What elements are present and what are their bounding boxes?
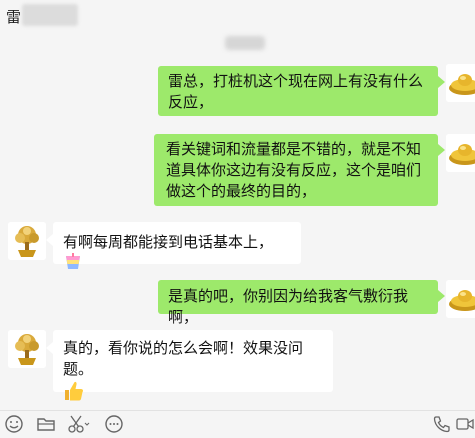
message-text: 是真的吧，你别因为给我客气敷衍我啊，: [168, 287, 409, 326]
avatar-self[interactable]: [446, 280, 475, 318]
folder-icon[interactable]: [36, 414, 56, 434]
chat-area[interactable]: 雷总，打桩机这个现在网上有没有什么反应， 看关键词和流量都是不错的，就是不知道具…: [0, 0, 475, 410]
gold-ingot-icon: [446, 280, 475, 318]
thumbs-up-emoji: [63, 380, 85, 408]
message-text: 雷总，打桩机这个现在网上有没有什么反应，: [168, 72, 424, 111]
phone-icon[interactable]: [432, 414, 452, 434]
chat-bubble-icon[interactable]: [104, 414, 124, 434]
message-bubble-sent[interactable]: 看关键词和流量都是不错的，就是不知道具体你这边有没有反应，这个是咱们做这个的最终…: [154, 134, 438, 206]
gold-ingot-icon: [446, 134, 475, 172]
message-bubble-received[interactable]: 真的，看你说的怎么会啊！效果没问题。: [53, 330, 333, 401]
avatar-contact[interactable]: [8, 222, 46, 260]
money-tree-icon: [8, 222, 46, 260]
scissors-icon[interactable]: [66, 414, 92, 434]
avatar-self[interactable]: [446, 134, 475, 172]
message-bubble-received[interactable]: 有啊每周都能接到电话基本上，: [53, 222, 301, 269]
bubble-tail: [438, 144, 445, 156]
smiley-icon[interactable]: [4, 414, 24, 434]
message-text: 真的，看你说的怎么会啊！效果没问题。: [63, 339, 304, 378]
bubble-tail: [46, 342, 53, 354]
message-bubble-sent[interactable]: 是真的吧，你别因为给我客气敷衍我啊，: [158, 280, 438, 326]
bubble-tail: [46, 234, 53, 246]
avatar-contact[interactable]: [8, 330, 46, 368]
money-tree-icon: [8, 330, 46, 368]
gold-ingot-icon: [446, 64, 475, 102]
rainbow-cup-emoji: [63, 253, 83, 277]
bubble-tail: [438, 76, 445, 88]
video-icon[interactable]: [455, 414, 475, 434]
bubble-tail: [438, 290, 445, 302]
message-text: 有啊每周都能接到电话基本上，: [63, 233, 274, 251]
message-text: 看关键词和流量都是不错的，就是不知道具体你这边有没有反应，这个是咱们做这个的最终…: [166, 140, 422, 200]
input-toolbar: [0, 410, 475, 437]
message-bubble-sent[interactable]: 雷总，打桩机这个现在网上有没有什么反应，: [158, 66, 438, 116]
avatar-self[interactable]: [446, 64, 475, 102]
